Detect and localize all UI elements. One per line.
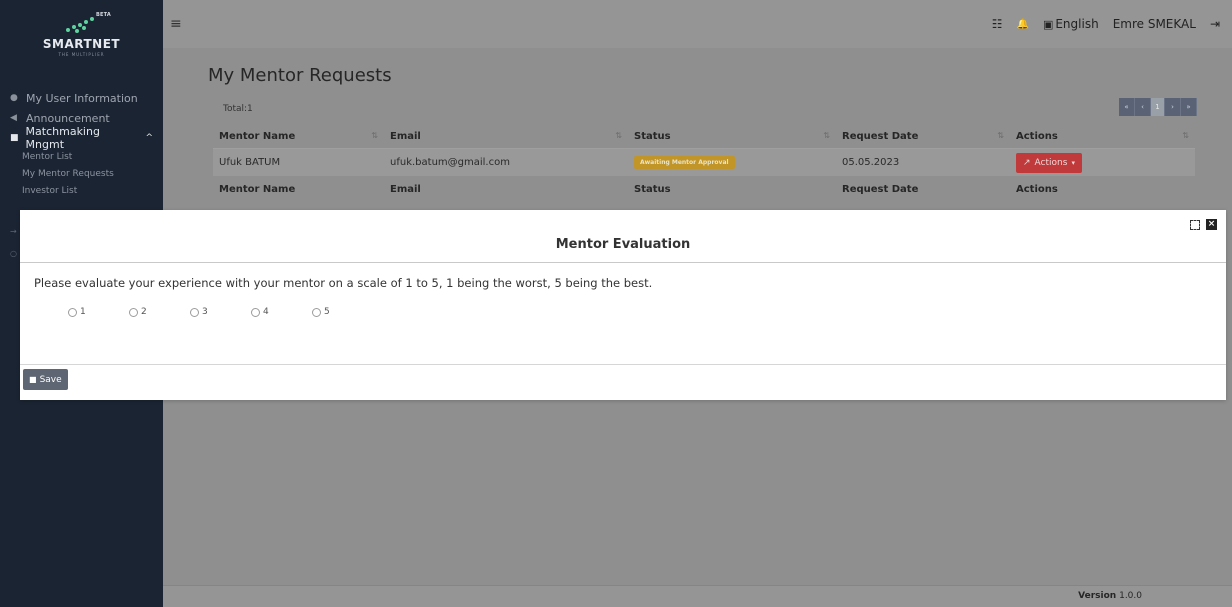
pager-first-button[interactable]: « bbox=[1119, 98, 1135, 116]
maximize-icon[interactable] bbox=[1190, 219, 1200, 230]
radio-button[interactable] bbox=[190, 307, 199, 317]
modal-header: Mentor Evaluation × bbox=[20, 210, 1226, 263]
modal-title: Mentor Evaluation bbox=[555, 236, 691, 252]
sidebar-item-user-info[interactable]: ● My User Information bbox=[0, 88, 163, 108]
sidebar-item-label: My User Information bbox=[26, 91, 138, 105]
close-icon[interactable]: × bbox=[1206, 219, 1217, 230]
cell-request-date: 05.05.2023 bbox=[842, 157, 900, 168]
arrow-icon: → bbox=[10, 227, 17, 236]
footer-email: Email bbox=[390, 183, 421, 195]
language-selector[interactable]: ▣ English bbox=[1043, 17, 1099, 31]
radio-button[interactable] bbox=[68, 307, 77, 317]
rating-option-4[interactable]: 4 bbox=[251, 307, 312, 317]
sidebar-item-label: Announcement bbox=[26, 111, 110, 125]
rating-option-1[interactable]: 1 bbox=[68, 307, 129, 317]
cell-mentor-name: Ufuk BATUM bbox=[219, 157, 281, 168]
sidebar-subitem-investor-list[interactable]: Investor List bbox=[0, 182, 163, 199]
column-header-email[interactable]: Email ⇅ bbox=[384, 131, 628, 142]
external-link-icon: ↗ bbox=[1023, 157, 1031, 168]
language-label: English bbox=[1055, 17, 1099, 31]
mentor-evaluation-modal: Mentor Evaluation × Please evaluate your… bbox=[20, 210, 1226, 400]
footer-actions: Actions bbox=[1016, 183, 1058, 195]
sort-icon: ⇅ bbox=[1182, 130, 1189, 140]
sort-icon: ⇅ bbox=[615, 130, 622, 140]
megaphone-icon: ◀ bbox=[10, 113, 17, 123]
chevron-up-icon: ^ bbox=[145, 133, 153, 143]
footer-mentor-name: Mentor Name bbox=[219, 183, 296, 195]
page-footer: Version 1.0.0 bbox=[163, 585, 1232, 607]
table-footer: Mentor Name Email Status Request Date Ac… bbox=[213, 178, 1195, 200]
pager-last-button[interactable]: » bbox=[1181, 98, 1197, 116]
floppy-disk-icon: ■ bbox=[29, 375, 37, 384]
menu-toggle-icon[interactable]: ≡ bbox=[170, 16, 182, 32]
save-button[interactable]: ■ Save bbox=[23, 369, 68, 390]
sidebar-item-label: Matchmaking Mngmt bbox=[25, 125, 100, 151]
sidebar-nav: ● My User Information ◀ Announcement ■ M… bbox=[0, 88, 163, 199]
footer-request-date: Request Date bbox=[842, 183, 919, 195]
pager-next-button[interactable]: › bbox=[1165, 98, 1181, 116]
table-row: Ufuk BATUM ufuk.batum@gmail.com Awaiting… bbox=[213, 148, 1195, 176]
beta-badge: BETA bbox=[96, 12, 111, 18]
rating-options: 1 2 3 4 5 bbox=[68, 307, 373, 317]
rating-option-3[interactable]: 3 bbox=[190, 307, 251, 317]
logo-mark-icon bbox=[64, 14, 100, 34]
circle-icon: ○ bbox=[10, 249, 17, 258]
radio-button[interactable] bbox=[129, 307, 138, 317]
brand-name: SMARTNET bbox=[42, 36, 121, 51]
modal-footer: ■ Save bbox=[20, 364, 1226, 390]
rating-option-2[interactable]: 2 bbox=[129, 307, 190, 317]
topbar: ≡ ☷ 🔔 ▣ English Emre SMEKAL ⇥ bbox=[163, 0, 1232, 48]
column-header-actions[interactable]: Actions ⇅ bbox=[1010, 131, 1195, 142]
pager-page-1[interactable]: 1 bbox=[1151, 98, 1165, 116]
pager-prev-button[interactable]: ‹ bbox=[1135, 98, 1151, 116]
sort-icon: ⇅ bbox=[997, 130, 1004, 140]
sidebar-item-matchmaking[interactable]: ■ Matchmaking Mngmt ^ bbox=[0, 125, 163, 151]
evaluation-prompt: Please evaluate your experience with you… bbox=[34, 276, 653, 290]
table-header: Mentor Name ⇅ Email ⇅ Status ⇅ Request Date… bbox=[213, 127, 1195, 145]
page-title: My Mentor Requests bbox=[208, 65, 392, 86]
actions-dropdown-button[interactable]: ↗ Actions ▾ bbox=[1016, 152, 1082, 173]
bell-icon[interactable]: 🔔 bbox=[1016, 19, 1028, 30]
sort-icon: ⇅ bbox=[371, 130, 378, 140]
user-icon: ● bbox=[10, 93, 18, 103]
tasks-icon[interactable]: ☷ bbox=[992, 17, 1003, 31]
caret-down-icon: ▾ bbox=[1071, 158, 1075, 167]
version-text: Version 1.0.0 bbox=[1078, 591, 1142, 601]
column-header-request-date[interactable]: Request Date ⇅ bbox=[836, 131, 1010, 142]
cell-email: ufuk.batum@gmail.com bbox=[390, 157, 510, 168]
cell-status: Awaiting Mentor Approval bbox=[628, 156, 836, 169]
topbar-right: ☷ 🔔 ▣ English Emre SMEKAL ⇥ bbox=[992, 17, 1232, 31]
cell-actions: ↗ Actions ▾ bbox=[1010, 152, 1195, 173]
logo[interactable]: BETA SMARTNET THE MULTIPLIER bbox=[0, 0, 163, 70]
language-flag-icon: ▣ bbox=[1042, 18, 1054, 31]
total-count: Total:1 bbox=[223, 104, 253, 114]
sidebar-subitem-my-mentor-requests[interactable]: My Mentor Requests bbox=[0, 165, 163, 182]
brand-tagline: THE MULTIPLIER bbox=[58, 51, 105, 57]
pagination: « ‹ 1 › » bbox=[1119, 98, 1197, 116]
footer-status: Status bbox=[634, 183, 671, 195]
rating-option-5[interactable]: 5 bbox=[312, 307, 373, 317]
column-header-mentor-name[interactable]: Mentor Name ⇅ bbox=[213, 131, 384, 142]
briefcase-icon: ■ bbox=[10, 133, 19, 143]
radio-button[interactable] bbox=[312, 307, 321, 317]
user-name[interactable]: Emre SMEKAL bbox=[1113, 17, 1196, 31]
modal-controls: × bbox=[1190, 219, 1217, 230]
sort-icon: ⇅ bbox=[823, 130, 830, 140]
radio-button[interactable] bbox=[251, 307, 260, 317]
status-badge: Awaiting Mentor Approval bbox=[634, 156, 735, 169]
logout-icon[interactable]: ⇥ bbox=[1210, 17, 1220, 31]
column-header-status[interactable]: Status ⇅ bbox=[628, 131, 836, 142]
